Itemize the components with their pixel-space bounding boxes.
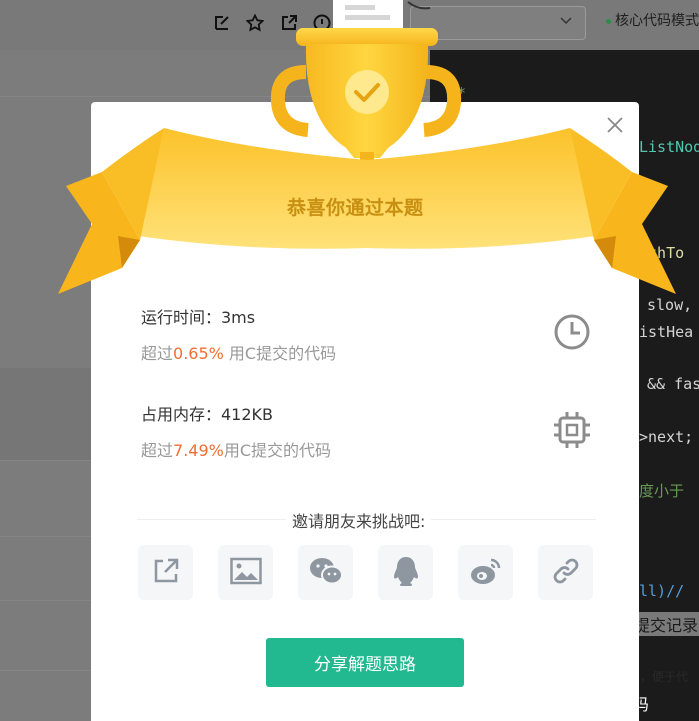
code-line: ll)//	[639, 582, 685, 600]
memory-suffix: 用C提交的代码	[223, 441, 332, 460]
watermark: CSDN @小张在努力写代码	[454, 695, 649, 714]
link-icon	[551, 556, 581, 590]
runtime-label: 运行时间：3ms	[141, 308, 256, 327]
code-line: >next;	[639, 428, 694, 446]
memory-percent: 7.49%	[173, 441, 224, 460]
trophy-banner	[58, 0, 676, 294]
code-line: istHea	[639, 323, 694, 341]
runtime-suffix: 用C提交的代码	[223, 344, 337, 363]
wechat-icon	[309, 556, 343, 590]
share-weibo-button[interactable]	[458, 545, 513, 600]
close-icon[interactable]	[604, 114, 626, 136]
share-wechat-button[interactable]	[298, 545, 353, 600]
external-link-icon	[151, 556, 181, 590]
tip-text: ，便于代	[640, 670, 689, 684]
share-solution-button[interactable]: 分享解题思路	[266, 638, 464, 687]
submit-record-tab[interactable]: 提交记录	[634, 612, 699, 636]
success-title: 恭喜你通过本题	[287, 197, 424, 219]
invite-text: 邀请朋友来挑战吧:	[286, 512, 432, 531]
share-external-button[interactable]	[138, 545, 193, 600]
share-image-button[interactable]	[218, 545, 273, 600]
runtime-percent: 0.65%	[173, 344, 224, 363]
clock-icon	[552, 312, 592, 352]
invite-label: 邀请朋友来挑战吧:	[286, 508, 432, 532]
code-line: && fas	[647, 375, 699, 393]
weibo-icon	[469, 556, 503, 590]
memory-label: 占用内存：412KB	[141, 405, 274, 424]
qq-icon	[392, 555, 420, 591]
memory-prefix: 超过	[141, 441, 174, 460]
memory-rank: 超过7.49%用C提交的代码	[141, 437, 331, 461]
chip-icon	[552, 410, 592, 450]
runtime-rank: 超过0.65% 用C提交的代码	[141, 340, 336, 364]
share-qq-button[interactable]	[378, 545, 433, 600]
code-line: 度小于	[639, 482, 685, 500]
runtime-prefix: 超过	[141, 344, 174, 363]
share-link-button[interactable]	[538, 545, 593, 600]
image-icon	[229, 557, 262, 589]
